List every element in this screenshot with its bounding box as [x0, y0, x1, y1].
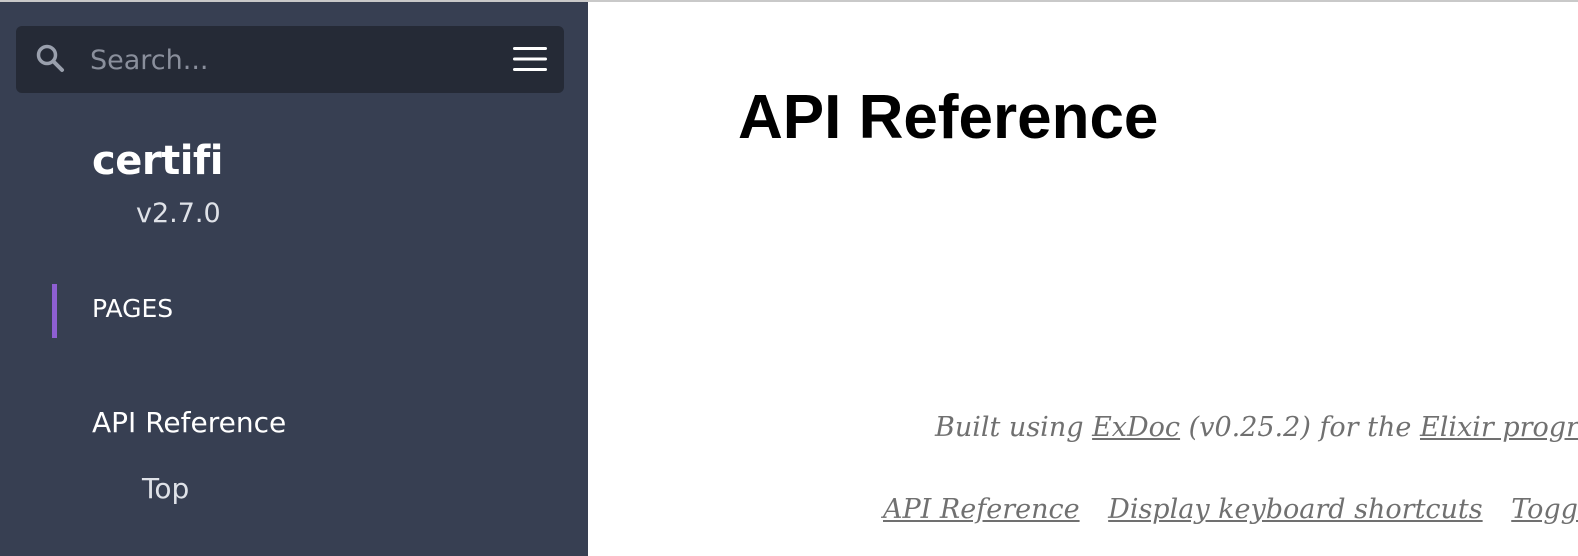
active-tab-indicator [52, 284, 57, 338]
sidebar: certifi v2.7.0 PAGES API Reference Top [0, 0, 588, 556]
main-content: API Reference Built using ExDoc (v0.25.2… [588, 0, 1578, 556]
search-input[interactable] [90, 40, 470, 80]
footer-built-using: Built using ExDoc (v0.25.2) for the Elix… [935, 412, 1578, 443]
project-version: v2.7.0 [136, 198, 221, 229]
footer-link-keyboard-shortcuts[interactable]: Display keyboard shortcuts [1108, 494, 1482, 525]
window-top-border [0, 0, 1578, 2]
footer-built-prefix: Built using [935, 412, 1084, 443]
footer-links: API Reference Display keyboard shortcuts… [883, 494, 1578, 525]
project-name[interactable]: certifi [92, 138, 224, 184]
search-icon [36, 44, 64, 72]
footer-link-toggle-night-mode[interactable]: Toggle night mode [1511, 494, 1578, 525]
sidebar-item-top[interactable]: Top [142, 472, 189, 505]
exdoc-link[interactable]: ExDoc [1092, 412, 1180, 443]
hamburger-menu-icon[interactable] [512, 45, 548, 73]
elixir-link[interactable]: Elixir programming language [1420, 412, 1578, 443]
tab-pages[interactable]: PAGES [92, 294, 173, 323]
page-title: API Reference [738, 83, 1159, 152]
footer-built-middle: (v0.25.2) for the [1188, 412, 1412, 443]
footer-link-api-reference[interactable]: API Reference [883, 494, 1080, 525]
sidebar-item-api-reference[interactable]: API Reference [92, 406, 286, 439]
